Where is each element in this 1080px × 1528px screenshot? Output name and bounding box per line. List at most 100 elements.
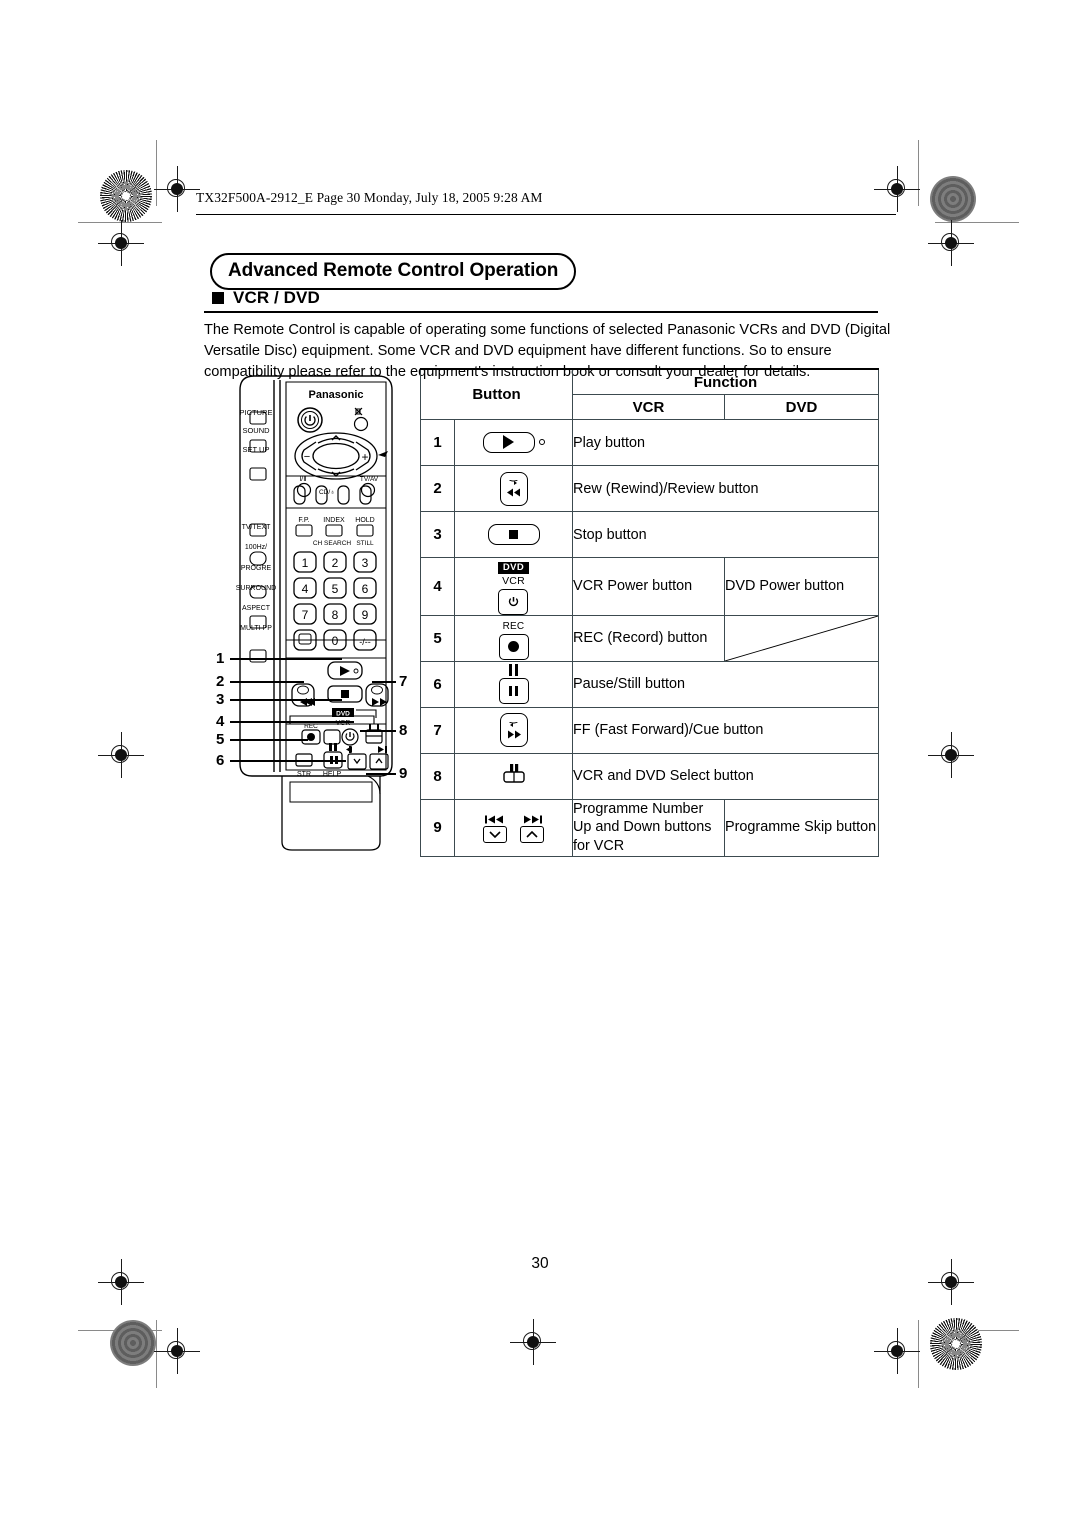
svg-text:−: − bbox=[304, 451, 310, 463]
row-number: 3 bbox=[420, 511, 455, 558]
density-mark bbox=[110, 1320, 156, 1366]
row-number: 5 bbox=[420, 614, 455, 662]
svg-text:4: 4 bbox=[302, 582, 309, 596]
trim-line bbox=[156, 140, 157, 206]
row-number: 2 bbox=[420, 465, 455, 512]
svg-text:-/--: -/-- bbox=[359, 637, 371, 647]
vcr-dvd-function-table: Button Function VCR DVD 1 Play button 2 bbox=[420, 368, 880, 857]
svg-text:3: 3 bbox=[362, 556, 369, 570]
function-text-vcr: VCR Power button bbox=[572, 557, 725, 616]
callout-leader bbox=[230, 699, 342, 701]
svg-text:STILL: STILL bbox=[356, 540, 374, 547]
subsection-heading: VCR / DVD bbox=[212, 288, 320, 308]
function-text-vcr: REC (Record) button bbox=[572, 614, 725, 662]
svg-text:INDEX: INDEX bbox=[323, 517, 345, 524]
header-rule bbox=[196, 214, 896, 215]
registration-target bbox=[928, 220, 974, 266]
trim-line bbox=[918, 140, 919, 206]
registration-target bbox=[928, 1259, 974, 1305]
registration-target bbox=[510, 1319, 556, 1365]
svg-text:8: 8 bbox=[332, 608, 339, 622]
table-row: 3 Stop button bbox=[420, 511, 880, 558]
vcr-dvd-power-icon: DVD VCR bbox=[454, 557, 573, 616]
svg-text:F.P.: F.P. bbox=[298, 517, 309, 524]
trim-line bbox=[935, 222, 1019, 223]
svg-text:STR: STR bbox=[297, 771, 311, 778]
callout-9: 9 bbox=[399, 765, 408, 782]
svg-text:REC: REC bbox=[304, 723, 318, 730]
table-header-vcr: VCR bbox=[572, 394, 725, 420]
callout-6: 6 bbox=[216, 752, 225, 769]
callout-3: 3 bbox=[216, 691, 225, 708]
svg-text:9: 9 bbox=[362, 608, 369, 622]
function-text: FF (Fast Forward)/Cue button bbox=[571, 706, 880, 754]
table-row: 8 VCR and DVD Select button bbox=[420, 752, 880, 800]
table-row: 7 FF (Fast Forward)/Cue button bbox=[420, 706, 880, 754]
registration-target bbox=[154, 166, 200, 212]
callout-8: 8 bbox=[399, 722, 408, 739]
page-title: Advanced Remote Control Operation bbox=[210, 253, 577, 290]
row-number: 6 bbox=[420, 660, 455, 708]
svg-text:7: 7 bbox=[302, 608, 309, 622]
callout-5: 5 bbox=[216, 731, 225, 748]
callout-leader bbox=[230, 721, 354, 723]
callout-leader bbox=[366, 773, 396, 775]
table-row: 5 REC REC (Record) button bbox=[420, 614, 880, 662]
dvd-badge-label: DVD bbox=[497, 562, 530, 574]
row-number: 8 bbox=[420, 752, 455, 800]
not-applicable-cell bbox=[723, 614, 880, 662]
programme-skip-icon bbox=[454, 798, 573, 857]
callout-2: 2 bbox=[216, 673, 225, 690]
vcr-small-label: VCR bbox=[502, 575, 525, 587]
registration-target bbox=[874, 1328, 920, 1374]
row-number: 1 bbox=[420, 419, 455, 466]
callout-leader bbox=[230, 681, 304, 683]
function-text: Stop button bbox=[571, 511, 880, 558]
rec-small-label: REC bbox=[502, 620, 525, 632]
table-row: 4 DVD VCR VCR Power button DVD Power but… bbox=[420, 557, 880, 616]
bullet-square-icon bbox=[212, 292, 224, 304]
rosette-mark bbox=[930, 1318, 982, 1370]
svg-text:HOLD: HOLD bbox=[355, 517, 374, 524]
svg-text:6: 6 bbox=[362, 582, 369, 596]
svg-text:I/Ⅱ: I/Ⅱ bbox=[299, 476, 306, 483]
table-header-function: Function bbox=[571, 368, 880, 395]
callout-4: 4 bbox=[216, 713, 225, 730]
table-header-button: Button bbox=[420, 368, 573, 420]
rosette-mark bbox=[100, 170, 152, 222]
callout-7: 7 bbox=[399, 673, 408, 690]
play-button-icon bbox=[454, 419, 573, 466]
svg-text:Panasonic: Panasonic bbox=[308, 389, 363, 401]
row-number: 7 bbox=[420, 706, 455, 754]
vcr-dvd-select-icon bbox=[454, 752, 573, 800]
trim-line bbox=[156, 1320, 157, 1388]
registration-target bbox=[928, 732, 974, 778]
callout-leader bbox=[360, 730, 396, 732]
registration-target bbox=[98, 1259, 144, 1305]
function-text-dvd: DVD Power button bbox=[723, 557, 880, 616]
svg-text:DVD: DVD bbox=[336, 711, 350, 718]
svg-text:CH SEARCH: CH SEARCH bbox=[313, 540, 352, 547]
row-number: 4 bbox=[420, 557, 455, 616]
svg-text:TV/AV: TV/AV bbox=[360, 476, 379, 483]
page-number: 30 bbox=[531, 1255, 549, 1272]
registration-target bbox=[98, 732, 144, 778]
stop-button-icon bbox=[454, 511, 573, 558]
subsection-label: VCR / DVD bbox=[233, 288, 320, 307]
table-row: 2 Rew (Rewind)/Review button bbox=[420, 465, 880, 512]
table-header-dvd: DVD bbox=[723, 394, 880, 420]
function-text: Rew (Rewind)/Review button bbox=[571, 465, 880, 512]
callout-leader bbox=[372, 681, 396, 683]
function-text-vcr: Programme Number Up and Down buttons for… bbox=[572, 798, 725, 857]
callout-leader bbox=[230, 739, 308, 741]
table-row: 9 Programme Number Up and Down buttons f… bbox=[420, 798, 880, 857]
file-header: TX32F500A-2912_E Page 30 Monday, July 18… bbox=[196, 190, 543, 205]
svg-text:1: 1 bbox=[302, 556, 309, 570]
density-mark bbox=[930, 176, 976, 222]
trim-line bbox=[918, 1320, 919, 1388]
function-text: VCR and DVD Select button bbox=[571, 752, 880, 800]
rewind-button-icon bbox=[454, 465, 573, 512]
svg-text:0: 0 bbox=[332, 634, 339, 648]
callout-leader bbox=[230, 658, 342, 660]
svg-text:HELP: HELP bbox=[323, 771, 342, 778]
